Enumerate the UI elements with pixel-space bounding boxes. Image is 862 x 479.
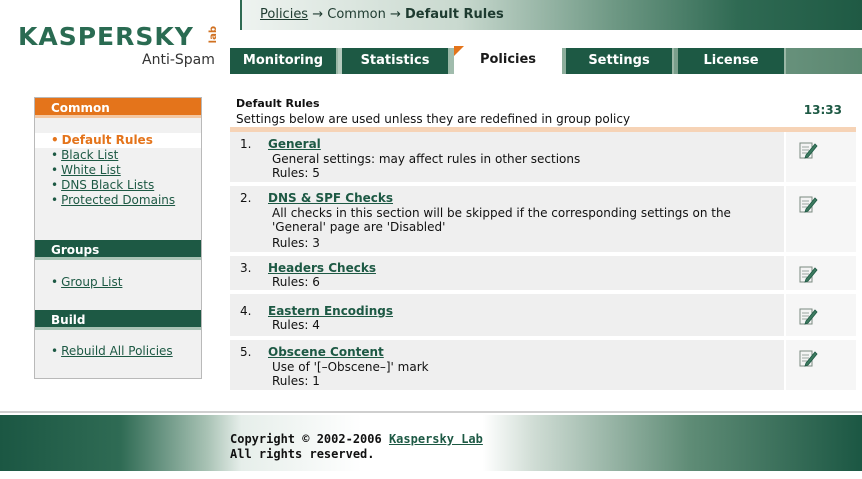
rule-link-headers-checks[interactable]: Headers Checks — [268, 261, 376, 275]
rule-row-obscene-content: 5. Obscene Content Use of '[–Obscene–]' … — [230, 340, 856, 392]
sidebar-item-label: Default Rules — [61, 133, 153, 147]
rule-description: Use of '[–Obscene–]' mark — [272, 360, 772, 374]
sidebar: Common • Default Rules • Black List • White… — [34, 97, 202, 379]
bullet-icon: • — [51, 148, 59, 162]
rule-number: 4. — [240, 304, 252, 318]
rule-count: Rules: 1 — [272, 374, 320, 388]
rule-count: Rules: 3 — [272, 236, 320, 250]
rule-number: 5. — [240, 345, 252, 359]
main-nav: Monitoring Statistics Policies Settings … — [230, 30, 862, 76]
rule-link-dns-spf[interactable]: DNS & SPF Checks — [268, 191, 393, 205]
rule-link-obscene-content[interactable]: Obscene Content — [268, 345, 384, 359]
bullet-icon: • — [51, 193, 59, 207]
rights-text: All rights reserved. — [230, 447, 375, 461]
breadcrumb-separator: → — [308, 7, 328, 22]
sidebar-item-label[interactable]: Protected Domains — [61, 193, 175, 207]
footer: Copyright © 2002-2006 Kaspersky Lab All … — [0, 415, 862, 471]
breadcrumb-policies-link[interactable]: Policies — [260, 7, 308, 22]
rule-count: Rules: 6 — [272, 275, 320, 289]
rule-edit-cell — [784, 340, 856, 390]
breadcrumb-bar: Policies → Common → Default Rules — [240, 0, 862, 30]
bullet-icon: • — [51, 133, 59, 147]
sidebar-item-group-list[interactable]: • Group List — [35, 275, 201, 290]
sidebar-item-label[interactable]: White List — [61, 163, 121, 177]
rule-description-line: General settings: may affect rules in ot… — [272, 152, 581, 166]
rule-number: 3. — [240, 261, 252, 275]
edit-note-icon[interactable] — [798, 306, 818, 326]
copyright: Copyright © 2002-2006 Kaspersky Lab All … — [230, 432, 483, 462]
rule-description-line: All checks in this section will be skipp… — [272, 206, 731, 220]
main-content: Default Rules Settings below are used un… — [230, 92, 856, 394]
sidebar-item-label[interactable]: Black List — [61, 148, 118, 162]
sidebar-item-protected-domains[interactable]: • Protected Domains — [35, 193, 201, 208]
tab-policies[interactable]: Policies — [454, 46, 562, 76]
kaspersky-logo[interactable]: KASPERSKY lab Anti-Spam — [8, 8, 228, 68]
rule-link-eastern-encodings[interactable]: Eastern Encodings — [268, 304, 393, 318]
header: KASPERSKY lab Anti-Spam Policies → Commo… — [0, 0, 862, 76]
edit-note-icon[interactable] — [798, 348, 818, 368]
rule-count: Rules: 5 — [272, 166, 320, 180]
bullet-icon: • — [51, 178, 59, 192]
rule-number: 2. — [240, 191, 252, 205]
sidebar-item-default-rules[interactable]: • Default Rules — [35, 133, 201, 148]
page-description: Settings below are used unless they are … — [236, 112, 631, 126]
tab-settings[interactable]: Settings — [566, 48, 674, 74]
sidebar-section-groups-title: Groups — [35, 240, 201, 260]
breadcrumb-current: Default Rules — [405, 7, 504, 22]
rule-number: 1. — [240, 137, 252, 151]
bullet-icon: • — [51, 344, 59, 358]
copyright-line: Copyright © 2002-2006 Kaspersky Lab — [230, 432, 483, 447]
rule-description: General settings: may affect rules in ot… — [272, 152, 772, 166]
edit-note-icon[interactable] — [798, 140, 818, 160]
rule-description-line: 'General' page are 'Disabled' — [272, 220, 446, 234]
kaspersky-lab-link[interactable]: Kaspersky Lab — [389, 432, 483, 446]
sidebar-item-black-list[interactable]: • Black List — [35, 148, 201, 163]
rule-edit-cell — [784, 256, 856, 290]
rule-row-dns-spf: 2. DNS & SPF Checks All checks in this s… — [230, 186, 856, 254]
tab-license[interactable]: License — [678, 48, 786, 74]
sidebar-item-label[interactable]: Group List — [61, 275, 122, 289]
sidebar-section-common-title: Common — [35, 98, 201, 118]
logo-wordmark: KASPERSKY — [18, 22, 194, 51]
bullet-icon: • — [51, 275, 59, 289]
footer-divider — [0, 411, 862, 413]
sidebar-groups-list: • Group List — [35, 275, 201, 290]
logo-lab-mark: lab — [208, 26, 219, 44]
rule-row-general: 1. General General settings: may affect … — [230, 132, 856, 184]
rule-row-eastern-encodings: 4. Eastern Encodings Rules: 4 — [230, 294, 856, 338]
rule-count: Rules: 4 — [272, 318, 320, 332]
sidebar-build-list: • Rebuild All Policies — [35, 344, 201, 359]
product-name: Anti-Spam — [142, 52, 215, 68]
page-title: Default Rules — [236, 97, 320, 110]
edit-note-icon[interactable] — [798, 194, 818, 214]
rule-link-general[interactable]: General — [268, 137, 321, 151]
breadcrumb-separator: → — [385, 7, 405, 22]
tab-statistics[interactable]: Statistics — [342, 48, 450, 74]
sidebar-item-label[interactable]: Rebuild All Policies — [61, 344, 173, 358]
breadcrumb-common: Common — [327, 7, 386, 22]
rule-edit-cell — [784, 186, 856, 252]
sidebar-item-label[interactable]: DNS Black Lists — [61, 178, 154, 192]
rule-edit-cell — [784, 132, 856, 182]
breadcrumb: Policies → Common → Default Rules — [260, 7, 504, 22]
sidebar-item-rebuild-all-policies[interactable]: • Rebuild All Policies — [35, 344, 201, 359]
sidebar-section-build-title: Build — [35, 310, 201, 330]
rule-description-line: Use of '[–Obscene–]' mark — [272, 360, 429, 374]
copyright-text: Copyright © 2002-2006 — [230, 432, 389, 446]
clock-time: 13:33 — [803, 103, 842, 117]
bullet-icon: • — [51, 163, 59, 177]
edit-note-icon[interactable] — [798, 264, 818, 284]
rule-description: All checks in this section will be skipp… — [272, 206, 772, 234]
sidebar-common-list: • Default Rules • Black List • White List •… — [35, 133, 201, 208]
sidebar-item-white-list[interactable]: • White List — [35, 163, 201, 178]
rule-edit-cell — [784, 294, 856, 336]
sidebar-item-dns-black-lists[interactable]: • DNS Black Lists — [35, 178, 201, 193]
rule-row-headers-checks: 3. Headers Checks Rules: 6 — [230, 256, 856, 292]
tab-monitoring[interactable]: Monitoring — [230, 48, 338, 74]
